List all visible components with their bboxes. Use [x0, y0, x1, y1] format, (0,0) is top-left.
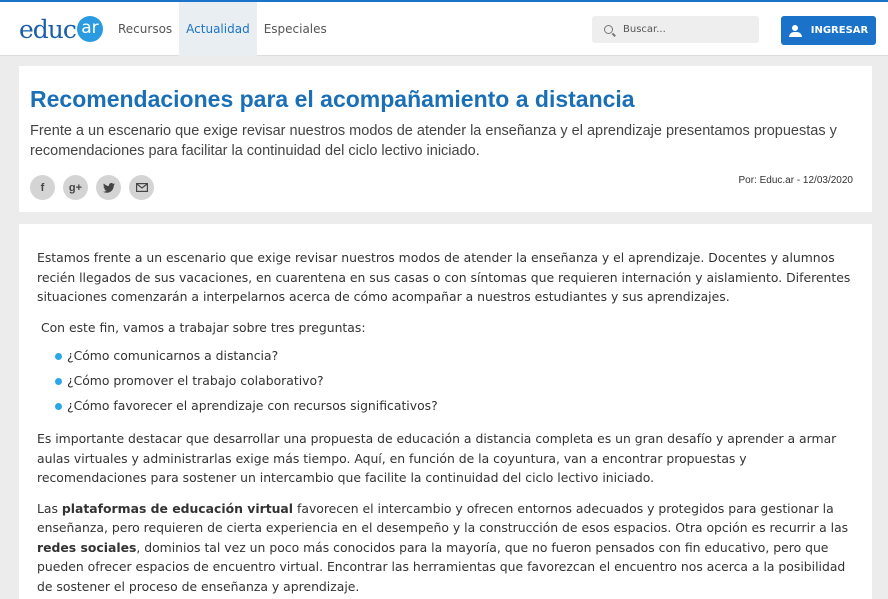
text: , dominios tal vez un poco más conocidos…: [37, 539, 846, 594]
list-item-text: ¿Cómo favorecer el aprendizaje con recur…: [67, 398, 438, 413]
main-nav: Recursos Actualidad Especiales: [111, 2, 334, 56]
search-input[interactable]: [623, 24, 753, 35]
nav-item-actualidad[interactable]: Actualidad: [179, 2, 257, 56]
list-item-text: ¿Cómo promover el trabajo colaborativo?: [67, 373, 324, 388]
paragraph: Las plataformas de educación virtual fav…: [37, 499, 857, 597]
bold-term: plataformas de educación virtual: [61, 500, 294, 516]
article-body-card: Estamos frente a un escenario que exige …: [19, 224, 872, 599]
bullet-icon: [55, 378, 62, 385]
google-plus-icon[interactable]: g+: [63, 175, 88, 200]
list-item-text: ¿Cómo comunicarnos a distancia?: [67, 348, 279, 363]
list-item: ¿Cómo favorecer el aprendizaje con recur…: [37, 396, 857, 421]
twitter-icon[interactable]: [96, 175, 121, 200]
educar-logo[interactable]: educ ar: [19, 14, 103, 44]
search-box[interactable]: [592, 16, 759, 43]
article-byline: Por: Educ.ar - 12/03/2020: [738, 175, 853, 186]
site-header: educar Recursos Actualidad Especiales IN…: [0, 2, 888, 56]
bullet-icon: [55, 403, 62, 410]
login-button[interactable]: INGRESAR: [781, 16, 876, 45]
facebook-icon[interactable]: f: [30, 175, 55, 200]
share-buttons: f g+: [30, 175, 154, 200]
paragraph: Estamos frente a un escenario que exige …: [37, 250, 851, 304]
paragraph: Es importante destacar que desarrollar u…: [37, 431, 837, 485]
article-subtitle: Frente a un escenario que exige revisar …: [30, 123, 837, 159]
paragraph: Con este fin, vamos a trabajar sobre tre…: [37, 319, 366, 335]
article-body: Estamos frente a un escenario que exige …: [37, 248, 857, 599]
article-header-card: Recomendaciones para el acompañamiento a…: [19, 66, 872, 212]
nav-item-especiales[interactable]: Especiales: [257, 2, 334, 56]
page-title: Recomendaciones para el acompañamiento a…: [30, 86, 635, 112]
mail-icon[interactable]: [129, 175, 154, 200]
login-label: INGRESAR: [810, 25, 869, 36]
logo-badge: ar: [76, 16, 103, 42]
nav-item-recursos[interactable]: Recursos: [111, 2, 179, 56]
list-item: ¿Cómo promover el trabajo colaborativo?: [37, 371, 857, 396]
user-icon: [788, 24, 802, 37]
questions-list: ¿Cómo comunicarnos a distancia? ¿Cómo pr…: [37, 346, 857, 421]
text: Las: [37, 500, 62, 516]
logo-text: educ: [19, 14, 77, 44]
bold-term: redes sociales: [37, 539, 137, 555]
bullet-icon: [55, 353, 62, 360]
list-item: ¿Cómo comunicarnos a distancia?: [37, 346, 857, 371]
search-icon: [604, 25, 613, 34]
